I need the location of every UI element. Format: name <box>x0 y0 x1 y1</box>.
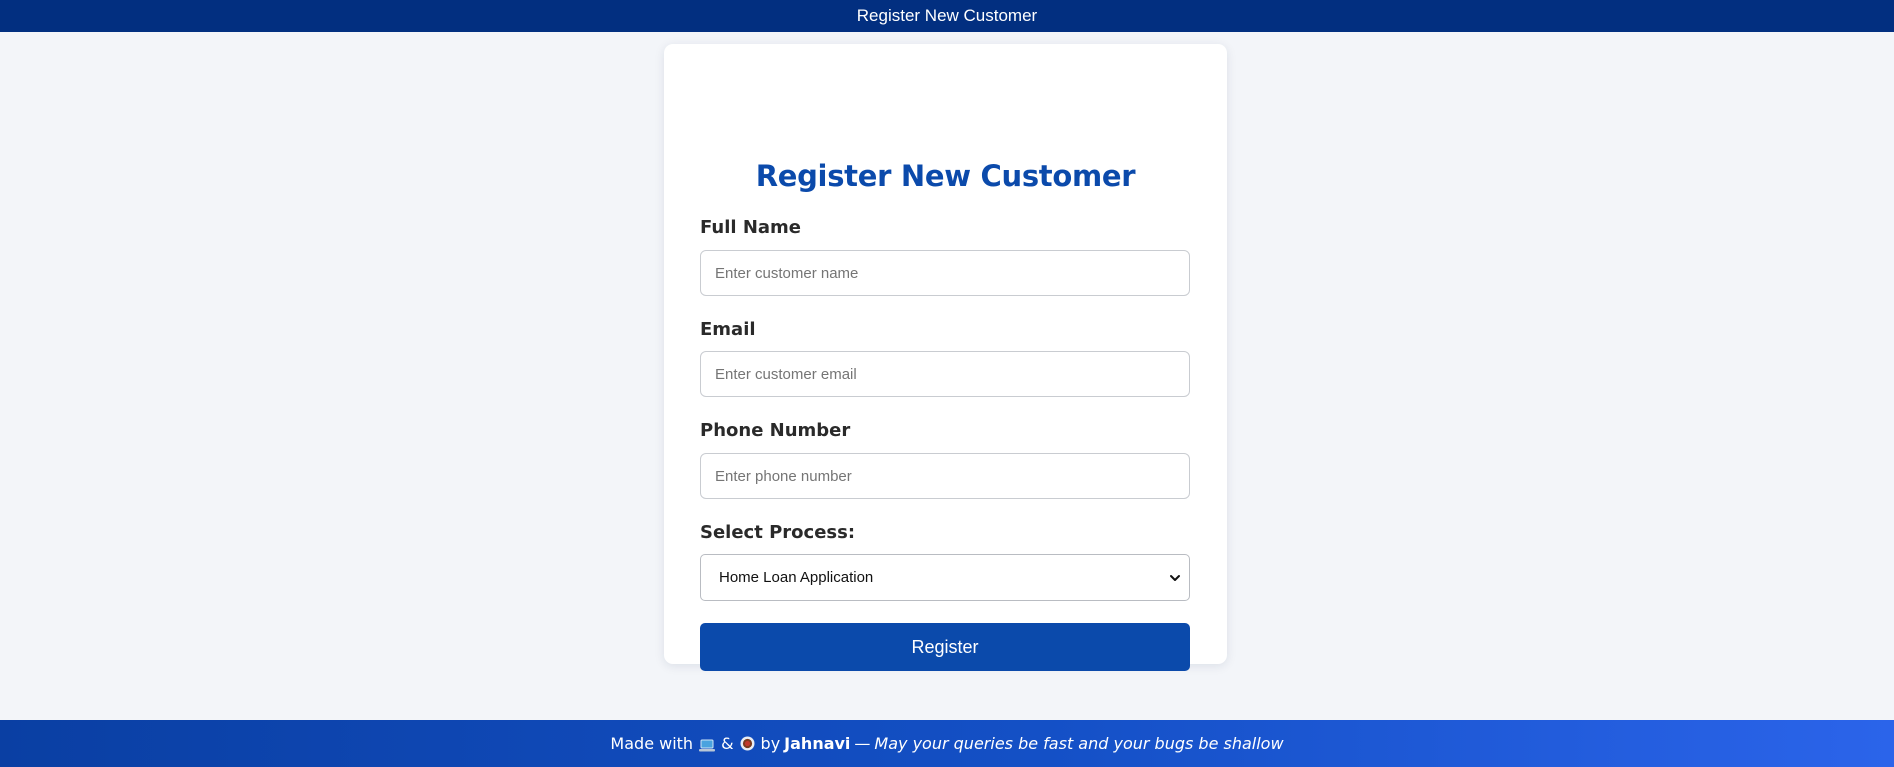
select-process-label: Select Process: <box>700 522 856 543</box>
process-select-value: Home Loan Application <box>719 569 874 586</box>
footer-prefix: Made with <box>610 734 694 753</box>
email-input[interactable] <box>700 351 1190 397</box>
top-header-bar: Register New Customer <box>0 0 1894 32</box>
footer-author: Jahnavi <box>784 734 851 753</box>
form-title: Register New Customer <box>755 159 1136 193</box>
register-button[interactable]: Register <box>700 623 1190 671</box>
footer-tagline: May your queries be fast and your bugs b… <box>874 734 1284 753</box>
full-name-label: Full Name <box>700 217 801 238</box>
email-label: Email <box>700 319 756 340</box>
footer: Made with & by Jahnavi — May your querie… <box>0 720 1894 767</box>
register-form-card: Register New Customer Full Name Email Ph… <box>664 44 1227 671</box>
footer-ampersand: & <box>721 734 734 753</box>
footer-by: by <box>760 734 781 753</box>
phone-number-label: Phone Number <box>700 420 851 441</box>
coffee-icon <box>740 736 755 751</box>
footer-dash: — <box>854 734 871 753</box>
chevron-down-icon <box>1169 572 1181 584</box>
header-title: Register New Customer <box>856 6 1038 25</box>
full-name-input[interactable] <box>700 250 1190 296</box>
laptop-icon <box>699 737 716 752</box>
process-select[interactable]: Home Loan Application <box>700 554 1190 601</box>
phone-number-input[interactable] <box>700 453 1190 499</box>
